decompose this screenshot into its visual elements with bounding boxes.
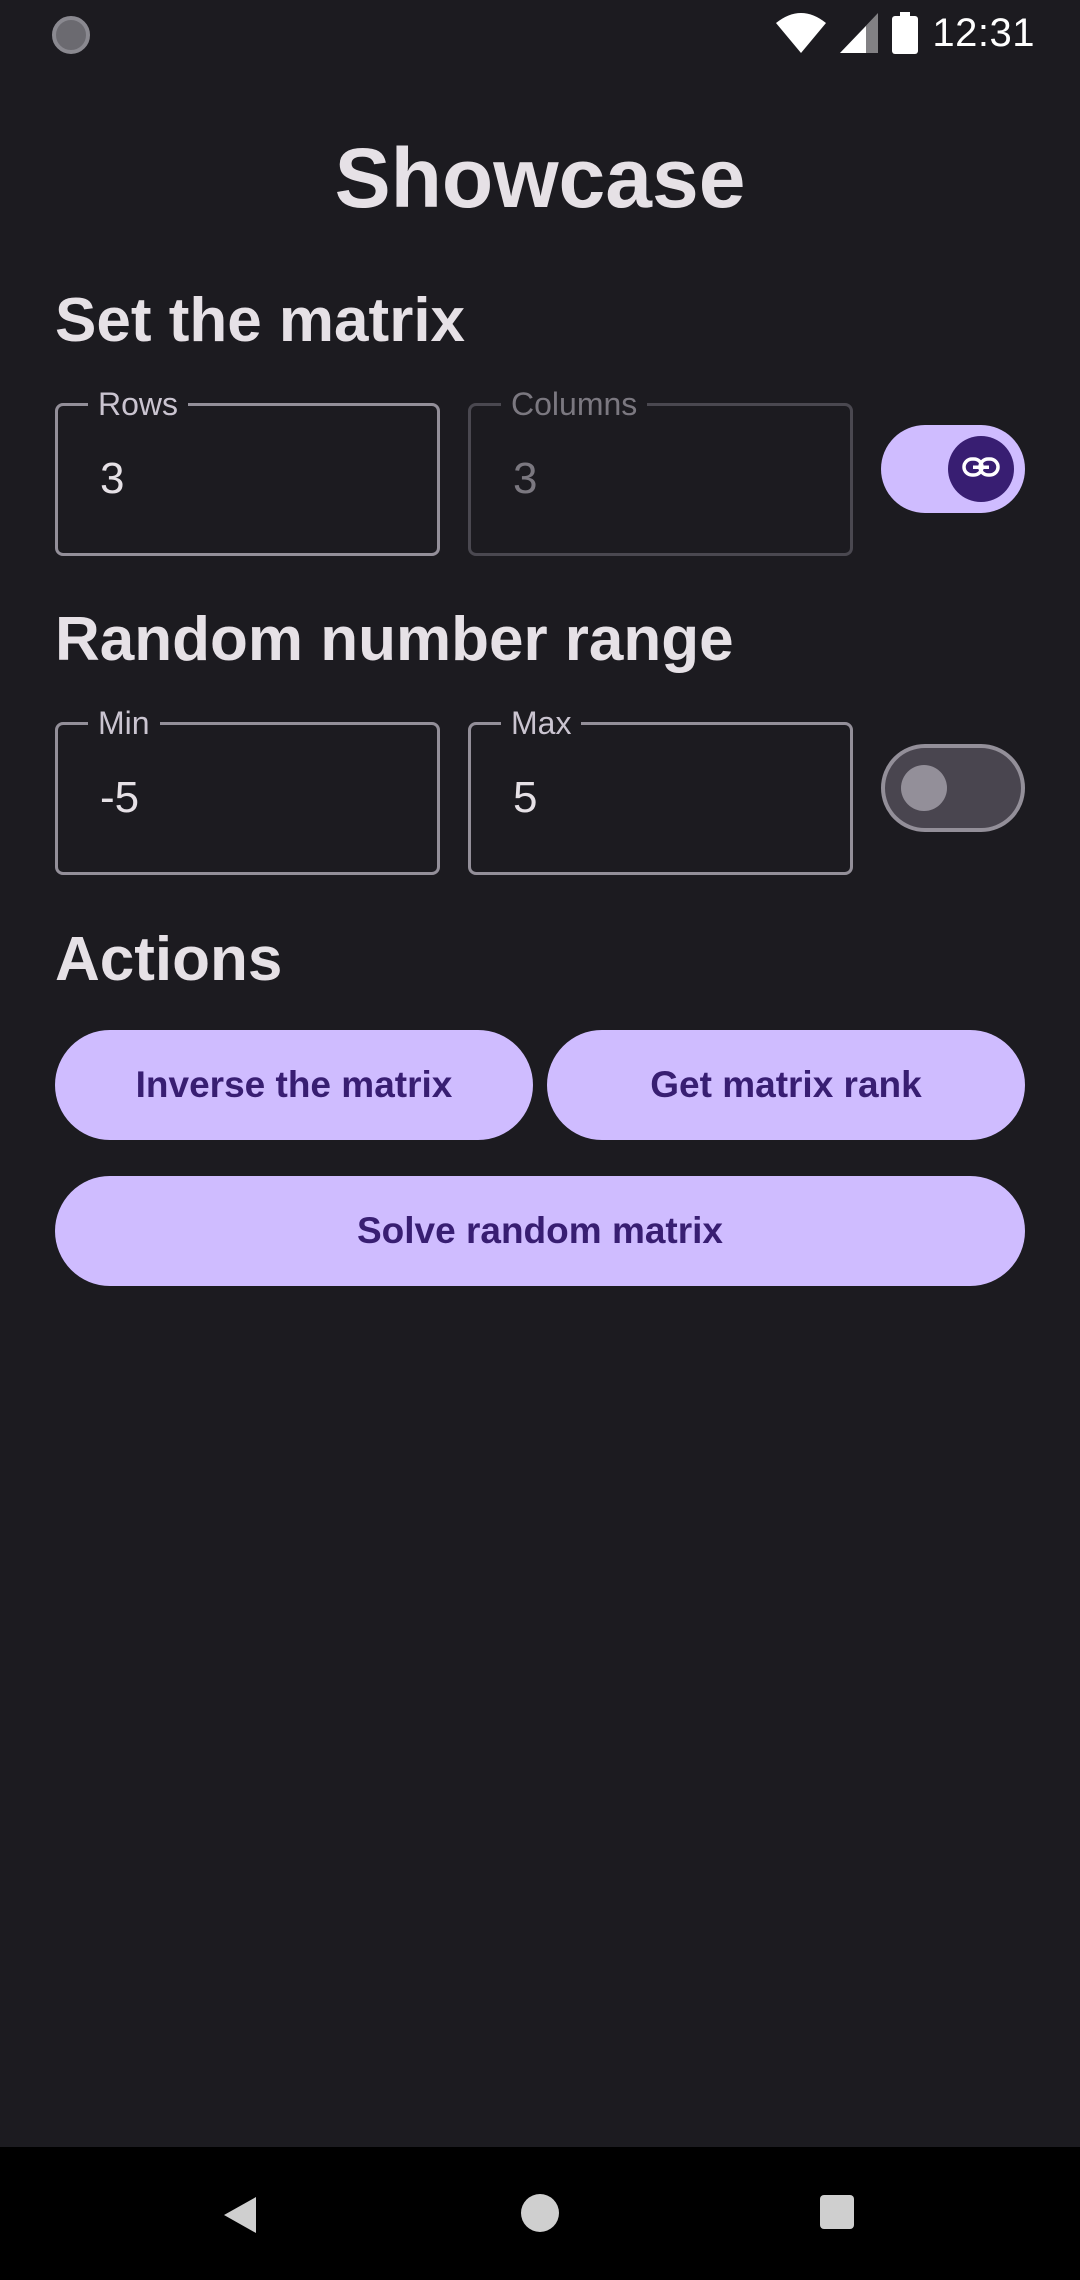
status-time: 12:31 — [932, 10, 1035, 55]
columns-value: 3 — [513, 454, 538, 503]
get-rank-button[interactable]: Get matrix rank — [547, 1030, 1025, 1140]
wifi-icon — [776, 13, 827, 53]
switch-thumb — [901, 765, 947, 811]
status-icons: 12:31 — [776, 8, 1035, 58]
columns-label: Columns — [501, 384, 648, 424]
min-input[interactable]: Min -5 — [55, 703, 440, 875]
max-value: 5 — [513, 773, 538, 822]
solve-random-matrix-button[interactable]: Solve random matrix — [55, 1176, 1025, 1286]
inverse-matrix-button[interactable]: Inverse the matrix — [55, 1030, 533, 1140]
screen: 12:31 Showcase Set the matrix Rows 3 Col… — [0, 0, 1080, 2280]
actions-section-title: Actions — [55, 925, 283, 994]
min-label: Min — [88, 703, 160, 743]
min-value: -5 — [100, 773, 140, 822]
columns-input: Columns 3 — [468, 384, 853, 556]
matrix-section-title: Set the matrix — [55, 286, 466, 355]
link-dimensions-switch[interactable] — [881, 425, 1025, 513]
max-label: Max — [501, 703, 582, 743]
rows-label: Rows — [88, 384, 189, 424]
status-bar: 12:31 — [0, 0, 1080, 66]
battery-icon — [892, 12, 919, 54]
app-notification-icon — [52, 16, 90, 54]
page-title: Showcase — [334, 131, 746, 225]
cell-signal-icon — [840, 13, 879, 53]
rows-value: 3 — [100, 454, 125, 503]
navigation-bar — [0, 2147, 1080, 2280]
rows-input[interactable]: Rows 3 — [55, 384, 440, 556]
range-section-title: Random number range — [55, 605, 734, 674]
switch-thumb — [948, 436, 1014, 502]
back-icon[interactable] — [222, 2195, 258, 2240]
recents-icon[interactable] — [820, 2195, 854, 2229]
link-icon — [962, 456, 1000, 482]
home-icon[interactable] — [521, 2194, 559, 2232]
range-switch[interactable] — [881, 744, 1025, 832]
max-input[interactable]: Max 5 — [468, 703, 853, 875]
